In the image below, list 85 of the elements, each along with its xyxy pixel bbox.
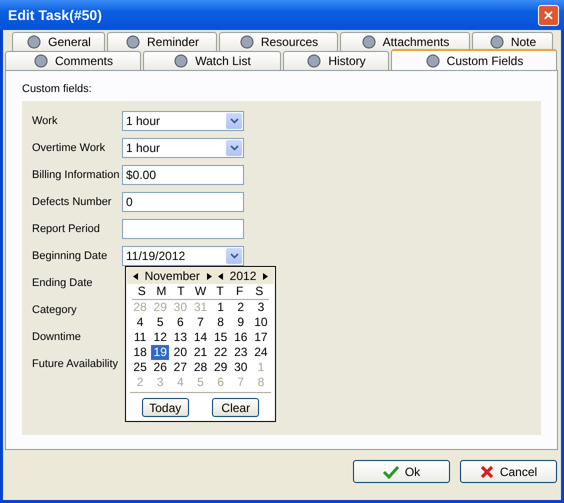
close-button[interactable]: ✕ xyxy=(538,4,559,26)
year-label[interactable]: 2012 xyxy=(230,269,256,283)
tab[interactable]: Watch List xyxy=(143,51,281,70)
calendar-day[interactable]: 8 xyxy=(212,315,230,330)
weekday-label: F xyxy=(234,284,244,299)
weekday-label: S xyxy=(136,284,147,299)
calendar-day[interactable]: 22 xyxy=(212,345,230,360)
calendar-day[interactable]: 21 xyxy=(191,345,210,360)
right-arrow-icon xyxy=(206,272,212,280)
circle-icon xyxy=(26,34,42,50)
circle-icon xyxy=(360,34,377,50)
calendar-day[interactable]: 19 xyxy=(151,345,170,360)
circle-icon xyxy=(32,53,49,69)
circle-icon xyxy=(488,34,505,50)
field-label: Work xyxy=(32,115,58,127)
dropdown-field[interactable]: 1 hour xyxy=(122,138,244,158)
calendar-day[interactable]: 25 xyxy=(131,360,150,375)
calendar-day[interactable]: 1 xyxy=(212,300,230,315)
tab[interactable]: General xyxy=(12,32,105,51)
calendar-day[interactable]: 23 xyxy=(232,345,250,360)
circle-icon xyxy=(424,52,441,68)
calendar-day[interactable]: 20 xyxy=(171,345,190,360)
circle-icon xyxy=(306,53,322,69)
calendar-day[interactable]: 3 xyxy=(252,300,270,315)
calendar-day[interactable]: 30 xyxy=(232,360,250,375)
field-label: Report Period xyxy=(32,223,101,235)
text-field[interactable]: 0 xyxy=(122,192,244,212)
month-label[interactable]: November xyxy=(144,269,200,283)
circle-icon xyxy=(238,34,255,50)
tab[interactable]: Comments xyxy=(5,51,141,70)
field-label: Downtime xyxy=(32,331,82,343)
calendar-day[interactable]: 7 xyxy=(191,315,210,330)
tab[interactable]: History xyxy=(283,51,389,70)
tab[interactable]: Custom Fields xyxy=(391,49,557,70)
check-icon xyxy=(382,464,399,478)
dropdown-field[interactable]: 1 hour xyxy=(122,111,244,131)
calendar-day[interactable]: 6 xyxy=(171,315,190,330)
field-label: Future Availability xyxy=(32,358,120,370)
field-label: Ending Date xyxy=(32,277,94,289)
left-arrow-icon xyxy=(133,272,138,280)
calendar-day[interactable]: 2 xyxy=(232,300,250,315)
weekday-label: T xyxy=(176,284,186,299)
calendar-day[interactable]: 4 xyxy=(131,315,150,330)
calendar-day[interactable]: 10 xyxy=(252,315,270,330)
calendar-day[interactable]: 16 xyxy=(232,330,250,345)
dropdown-field[interactable]: 11/19/2012 xyxy=(122,246,244,266)
circle-icon xyxy=(173,53,190,69)
tab[interactable]: Reminder xyxy=(107,32,217,51)
cancel-button[interactable]: Cancel xyxy=(460,460,557,483)
calendar-day[interactable]: 26 xyxy=(151,360,170,375)
field-label: Defects Number xyxy=(32,196,112,208)
weekday-label: T xyxy=(215,284,225,299)
circle-icon xyxy=(124,34,141,50)
field-label: Billing Information xyxy=(32,169,120,181)
right-arrow-icon xyxy=(262,272,268,280)
window-title: Edit Task(#50) xyxy=(8,7,102,23)
calendar-day[interactable]: 13 xyxy=(171,330,190,345)
calendar-day[interactable]: 18 xyxy=(131,345,150,360)
calendar-day[interactable]: 17 xyxy=(252,330,270,345)
calendar-day[interactable]: 24 xyxy=(252,345,270,360)
calendar-day[interactable]: 12 xyxy=(151,330,170,345)
calendar-day[interactable]: 15 xyxy=(212,330,230,345)
calendar-day[interactable]: 27 xyxy=(171,360,190,375)
clear-button[interactable]: Clear xyxy=(212,398,260,417)
tab[interactable]: Resources xyxy=(219,32,338,51)
text-field[interactable] xyxy=(122,219,244,239)
calendar-day[interactable]: 9 xyxy=(232,315,250,330)
text-field[interactable]: $0.00 xyxy=(122,165,244,185)
ok-button[interactable]: Ok xyxy=(353,460,450,483)
today-button[interactable]: Today xyxy=(142,398,189,417)
field-label: Beginning Date xyxy=(32,250,108,262)
section-label: Custom fields: xyxy=(22,83,93,95)
weekday-label: S xyxy=(254,284,264,299)
calendar-day[interactable]: 11 xyxy=(131,330,150,345)
calendar-day[interactable]: 28 xyxy=(191,360,210,375)
calendar-day[interactable]: 14 xyxy=(191,330,210,345)
weekday-label: W xyxy=(194,284,208,299)
calendar-day[interactable]: 29 xyxy=(212,360,230,375)
calendar-day[interactable]: 5 xyxy=(151,315,170,330)
field-label: Overtime Work xyxy=(32,142,106,154)
tab[interactable]: Attachments xyxy=(340,32,470,51)
field-label: Category xyxy=(32,304,78,316)
left-arrow-icon xyxy=(218,272,224,280)
weekday-label: M xyxy=(155,284,168,299)
cross-icon xyxy=(480,464,494,478)
